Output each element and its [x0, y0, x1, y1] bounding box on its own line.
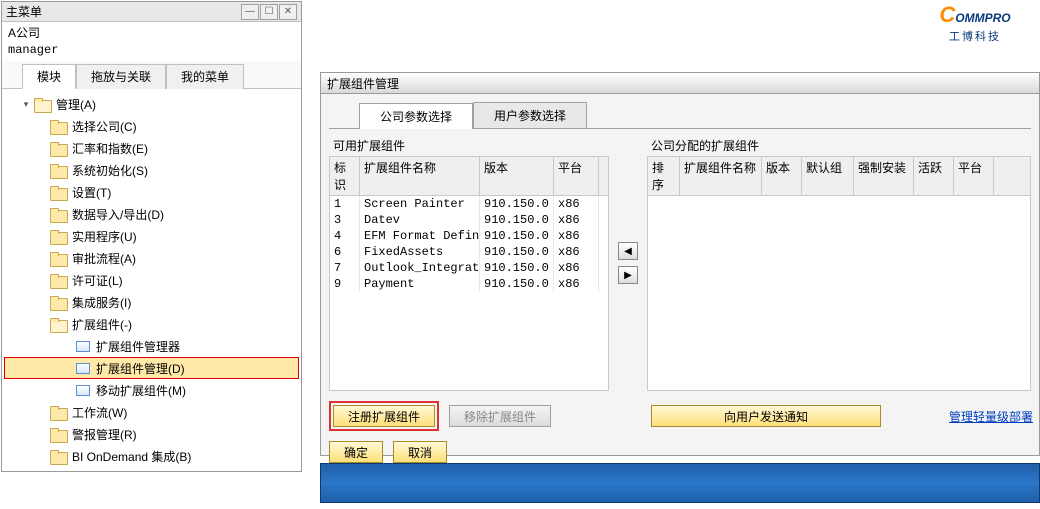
tree-item-ext-mobile[interactable]: 移动扩展组件(M) [4, 379, 299, 401]
folder-icon [50, 208, 66, 221]
folder-icon [50, 252, 66, 265]
ok-button[interactable]: 确定 [329, 441, 383, 463]
tree-item[interactable]: 设置(T) [4, 181, 299, 203]
col-name[interactable]: 扩展组件名称 [680, 157, 762, 195]
table-row[interactable]: 4EFM Format Defini910.150.0x86 [330, 228, 608, 244]
tab-user-params[interactable]: 用户参数选择 [473, 102, 587, 128]
tree-item-extensions[interactable]: 扩展组件(-) [4, 313, 299, 335]
tree-item-ext-manage-selected[interactable]: 扩展组件管理(D) [4, 357, 299, 379]
notify-users-button[interactable]: 向用户发送通知 [651, 405, 881, 427]
table-row[interactable]: 9Payment910.150.0x86 [330, 276, 608, 292]
folder-icon [50, 450, 66, 463]
tree-item[interactable]: 数据导入/导出(D) [4, 203, 299, 225]
col-default[interactable]: 默认组 [802, 157, 854, 195]
folder-icon [50, 428, 66, 441]
tab-mymenu[interactable]: 我的菜单 [166, 64, 244, 89]
tree-root-admin[interactable]: ▾ 管理(A) [4, 93, 299, 115]
folder-icon [50, 406, 66, 419]
cancel-button[interactable]: 取消 [393, 441, 447, 463]
manage-lightweight-link[interactable]: 管理轻量级部署 [949, 408, 1033, 425]
param-tabs: 公司参数选择 用户参数选择 [329, 102, 1031, 128]
module-tree: ▾ 管理(A) 选择公司(C) 汇率和指数(E) 系统初始化(S) 设置(T) … [2, 89, 301, 471]
document-icon [76, 341, 90, 352]
col-force[interactable]: 强制安装 [854, 157, 914, 195]
folder-icon [34, 98, 50, 111]
collapse-icon[interactable]: ▾ [20, 98, 32, 110]
assigned-ext-label: 公司分配的扩展组件 [647, 135, 1031, 156]
main-menu-title: 主菜单 [6, 3, 240, 20]
tree-item[interactable]: 警报管理(R) [4, 423, 299, 445]
content-title: 扩展组件管理 [327, 75, 399, 92]
tab-modules[interactable]: 模块 [22, 64, 76, 89]
col-active[interactable]: 活跃 [914, 157, 954, 195]
assigned-ext-grid[interactable]: 排序 扩展组件名称 版本 默认组 强制安装 活跃 平台 [647, 156, 1031, 391]
window-min-icon[interactable]: — [241, 4, 259, 20]
content-titlebar[interactable]: 扩展组件管理 [320, 72, 1040, 94]
folder-icon [50, 296, 66, 309]
tab-drag[interactable]: 拖放与关联 [76, 64, 166, 89]
window-close-icon[interactable]: ✕ [279, 4, 297, 20]
extension-manage-window: 扩展组件管理 公司参数选择 用户参数选择 可用扩展组件 标识 扩展组件名称 版本… [320, 72, 1040, 456]
remove-ext-button[interactable]: 移除扩展组件 [449, 405, 551, 427]
table-row[interactable]: 6FixedAssets910.150.0x86 [330, 244, 608, 260]
col-version[interactable]: 版本 [762, 157, 802, 195]
folder-icon [50, 274, 66, 287]
document-icon [76, 385, 90, 396]
available-ext-grid[interactable]: 标识 扩展组件名称 版本 平台 1Screen Painter910.150.0… [329, 156, 609, 391]
tree-item[interactable]: 选择公司(C) [4, 115, 299, 137]
move-right-button[interactable]: ▶ [618, 266, 638, 284]
tree-item[interactable]: BI OnDemand 集成(B) [4, 445, 299, 467]
highlight-register: 注册扩展组件 [329, 401, 439, 431]
tree-item-ext-manager[interactable]: 扩展组件管理器 [4, 335, 299, 357]
tree-item[interactable]: 实用程序(U) [4, 225, 299, 247]
available-ext-label: 可用扩展组件 [329, 135, 609, 156]
col-version[interactable]: 版本 [480, 157, 554, 195]
folder-icon [50, 230, 66, 243]
col-platform[interactable]: 平台 [554, 157, 599, 195]
tree-item[interactable]: 汇率和指数(E) [4, 137, 299, 159]
folder-icon [50, 164, 66, 177]
folder-icon [50, 186, 66, 199]
col-name[interactable]: 扩展组件名称 [360, 157, 480, 195]
col-id[interactable]: 标识 [330, 157, 360, 195]
table-row[interactable]: 1Screen Painter910.150.0x86 [330, 196, 608, 212]
main-menu-window: 主菜单 — ☐ ✕ A公司 manager 模块 拖放与关联 我的菜单 ▾ 管理… [1, 1, 302, 472]
col-platform[interactable]: 平台 [954, 157, 994, 195]
tree-item[interactable]: 工作流(W) [4, 401, 299, 423]
tree-item[interactable]: 集成服务(I) [4, 291, 299, 313]
main-menu-tabs: 模块 拖放与关联 我的菜单 [2, 61, 301, 89]
move-left-button[interactable]: ◀ [618, 242, 638, 260]
folder-icon [50, 120, 66, 133]
tree-item[interactable]: 审批流程(A) [4, 247, 299, 269]
col-order[interactable]: 排序 [648, 157, 680, 195]
tab-company-params[interactable]: 公司参数选择 [359, 103, 473, 129]
company-name: A公司 [2, 22, 301, 43]
table-row[interactable]: 3Datev910.150.0x86 [330, 212, 608, 228]
tree-item[interactable]: 许可证(L) [4, 269, 299, 291]
folder-icon [50, 142, 66, 155]
user-name: manager [2, 43, 301, 61]
folder-icon [50, 318, 66, 331]
tree-item[interactable]: 系统初始化(S) [4, 159, 299, 181]
table-row[interactable]: 7Outlook_Integrati910.150.0x86 [330, 260, 608, 276]
window-max-icon[interactable]: ☐ [260, 4, 278, 20]
brand-logo: COMMPRO 工博科技 [910, 2, 1040, 44]
document-icon [76, 363, 90, 374]
main-menu-titlebar[interactable]: 主菜单 — ☐ ✕ [2, 2, 301, 22]
taskbar-strip [320, 463, 1040, 503]
register-ext-button[interactable]: 注册扩展组件 [333, 405, 435, 427]
